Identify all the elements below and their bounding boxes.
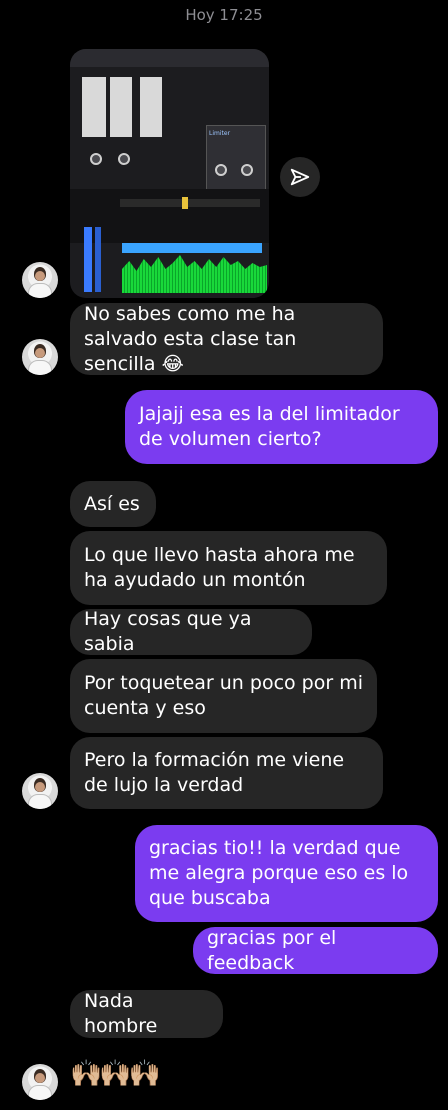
message-incoming[interactable]: Lo que llevo hasta ahora me ha ayudado u… <box>70 531 387 605</box>
photo-knob-1 <box>90 153 102 165</box>
message-incoming[interactable]: Pero la formación me viene de lujo la ve… <box>70 737 383 809</box>
photo-clip-header <box>122 243 262 253</box>
avatar-face <box>35 782 45 792</box>
photo-panel-c <box>140 77 162 137</box>
avatar-shirt <box>28 1085 52 1100</box>
avatar-shirt <box>28 360 52 375</box>
message-text: Jajajj esa es la del limitador de volume… <box>139 403 400 450</box>
conversation-timestamp: Hoy 17:25 <box>185 6 263 24</box>
photo-ruler-mark <box>182 197 188 209</box>
avatar-face <box>35 348 45 358</box>
photo-meter-left <box>84 227 92 292</box>
message-text: Pero la formación me viene de lujo la ve… <box>84 749 345 796</box>
message-text: Así es <box>84 492 140 515</box>
message-incoming[interactable]: Así es <box>70 481 156 527</box>
message-text: No sabes como me ha salvado esta clase t… <box>84 302 297 375</box>
message-incoming[interactable]: No sabes como me ha salvado esta clase t… <box>70 303 383 375</box>
message-outgoing[interactable]: Jajajj esa es la del limitador de volume… <box>125 390 438 464</box>
photo-panel-b <box>110 77 132 137</box>
emoji-message[interactable]: 🙌🏼🙌🏼🙌🏼 <box>70 1059 161 1089</box>
shared-photo[interactable]: Limiter <box>70 49 269 298</box>
avatar[interactable] <box>22 262 58 298</box>
message-text: Nada hombre <box>84 990 158 1037</box>
avatar-shirt <box>28 283 52 298</box>
photo-ruler <box>120 199 260 207</box>
photo-toolbar <box>70 49 269 67</box>
message-incoming[interactable]: Por toquetear un poco por mi cuenta y es… <box>70 659 377 733</box>
avatar-face <box>35 1073 45 1083</box>
share-icon[interactable] <box>280 157 320 197</box>
avatar-face <box>35 271 45 281</box>
photo-knob-4 <box>241 164 253 176</box>
photo-dialog-title: Limiter <box>209 130 231 137</box>
photo-meter-right <box>95 227 101 292</box>
message-outgoing[interactable]: gracias tio!! la verdad que me alegra po… <box>135 825 438 922</box>
avatar[interactable] <box>22 773 58 809</box>
photo-panel-a <box>82 77 106 137</box>
photo-knob-3 <box>215 164 227 176</box>
message-text: Hay cosas que ya sabia <box>84 608 252 655</box>
photo-knob-2 <box>118 153 130 165</box>
avatar[interactable] <box>22 339 58 375</box>
message-incoming[interactable]: Nada hombre <box>70 990 223 1038</box>
message-text: Por toquetear un poco por mi cuenta y es… <box>84 672 363 719</box>
message-text: gracias tio!! la verdad que me alegra po… <box>149 837 409 909</box>
message-incoming[interactable]: Hay cosas que ya sabia <box>70 608 312 655</box>
photo-waveform <box>122 255 267 293</box>
message-text: Lo que llevo hasta ahora me ha ayudado u… <box>84 544 355 591</box>
avatar[interactable] <box>22 1064 58 1100</box>
avatar-shirt <box>28 794 52 809</box>
message-text: gracias por el feedback <box>207 926 337 974</box>
message-outgoing[interactable]: gracias por el feedback <box>193 927 438 974</box>
